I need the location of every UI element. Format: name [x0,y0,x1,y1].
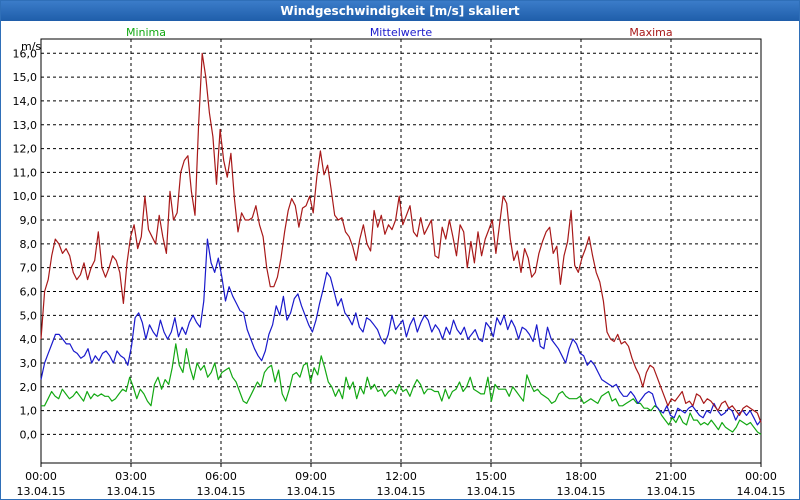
chart-window: Windgeschwindigkeit [m/s] skaliert 16,0 1… [0,0,800,500]
x-tick-time: 00:00 [25,470,57,483]
legend-item-maxima: Maxima [629,26,672,39]
y-axis-ticks: 16,015,014,013,012,011,010,09,08,07,06,0… [13,47,38,441]
y-tick-label: 6,0 [20,285,38,298]
wind-speed-chart: 16,015,014,013,012,011,010,09,08,07,06,0… [13,26,786,498]
y-tick-label: 14,0 [13,95,38,108]
y-tick-label: 8,0 [20,238,38,251]
y-tick-label: 13,0 [13,119,38,132]
x-tick-date: 13.04.15 [107,485,156,498]
y-tick-label: 7,0 [20,262,38,275]
x-tick-date: 13.04.15 [557,485,606,498]
x-tick-date: 13.04.15 [17,485,66,498]
x-tick-date: 13.04.15 [467,485,516,498]
y-tick-label: 3,0 [20,357,38,370]
chart-grid [40,38,762,464]
y-tick-label: 0,0 [20,428,38,441]
y-tick-label: 9,0 [20,214,38,227]
y-tick-label: 11,0 [13,166,38,179]
legend-item-mittelwerte: Mittelwerte [370,26,433,39]
y-axis-label: m/s [21,40,41,53]
x-tick-date: 13.04.15 [647,485,696,498]
y-tick-label: 15,0 [13,71,38,84]
x-tick-date: 13.04.15 [377,485,426,498]
x-tick-time: 06:00 [205,470,237,483]
x-tick-time: 12:00 [385,470,417,483]
x-tick-time: 15:00 [475,470,507,483]
x-axis-ticks: 00:00 13.04.15 03:00 13.04.15 06:00 13.04.15 0… [17,463,786,498]
x-tick-time: 18:00 [565,470,597,483]
x-tick-date: 13.04.15 [287,485,336,498]
chart-legend: Minima Mittelwerte Maxima [126,26,673,39]
series-line-mittelwerte [40,238,762,426]
y-tick-label: 5,0 [20,309,38,322]
legend-item-minima: Minima [126,26,166,39]
x-tick-date: 14.04.15 [737,485,786,498]
x-tick-time: 03:00 [115,470,147,483]
x-tick-time: 09:00 [295,470,327,483]
x-tick-time: 21:00 [655,470,687,483]
y-tick-label: 10,0 [13,190,38,203]
y-tick-label: 4,0 [20,333,38,346]
y-tick-label: 12,0 [13,143,38,156]
x-tick-time: 00:00 [745,470,777,483]
y-tick-label: 2,0 [20,381,38,394]
y-tick-label: 1,0 [20,405,38,418]
x-tick-date: 13.04.15 [197,485,246,498]
